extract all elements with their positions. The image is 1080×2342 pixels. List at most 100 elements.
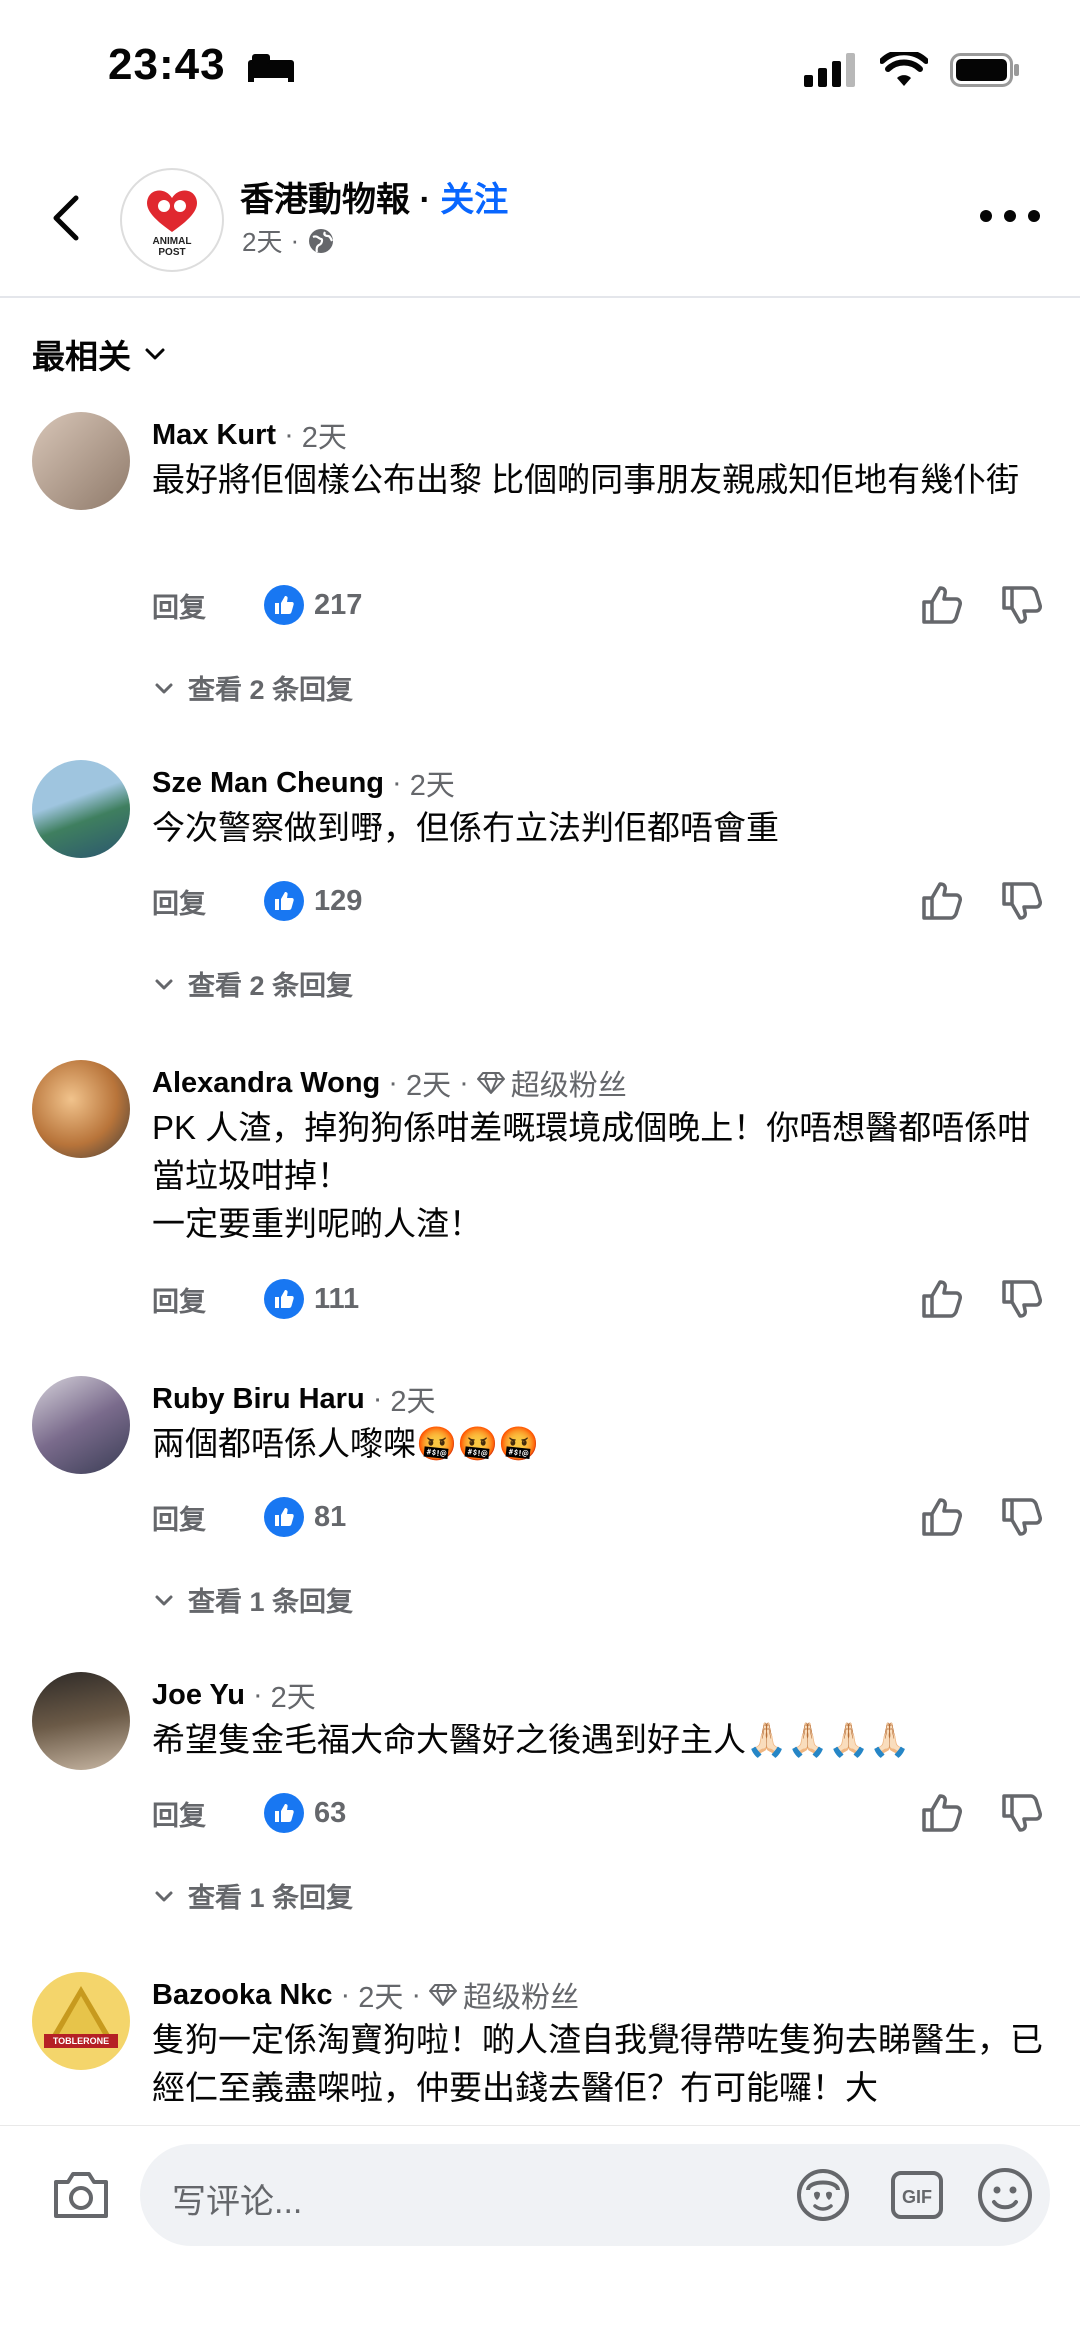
chevron-left-icon: [53, 195, 79, 241]
gif-icon: GIF: [891, 2171, 943, 2219]
commenter-name[interactable]: Bazooka Nkc: [152, 1979, 333, 2012]
comment-text: 隻狗一定係淘寶狗啦！啲人渣自我覺得帶咗隻狗去睇醫生，已經仁至義盡㗎啦，仲要出錢去…: [152, 2021, 1043, 2106]
thumbs-up-button[interactable]: [918, 1492, 968, 1542]
more-dot-icon: [1028, 210, 1040, 222]
comment-item: Max Kurt · 2天 最好將佢個樣公布出黎 比個啲同事朋友親戚知佢地有幾仆…: [0, 412, 1080, 712]
globe-icon: [309, 228, 334, 253]
chevron-down-icon: [155, 1595, 173, 1605]
diamond-icon: [476, 1072, 505, 1094]
like-count: 217: [314, 588, 363, 621]
thumbs-down-icon: [1002, 1794, 1042, 1832]
comment-header: Max Kurt · 2天: [152, 414, 347, 456]
comment-age: 2天: [358, 1982, 404, 2014]
status-time: 23:43: [108, 40, 226, 89]
commenter-name[interactable]: Joe Yu: [152, 1679, 245, 1712]
comment-actions: 回复 129: [152, 876, 1048, 926]
comment-composer: 写评论... GIF: [0, 2125, 1080, 2342]
more-dot-icon: [1004, 210, 1016, 222]
signal-icon: [804, 53, 855, 87]
page-name[interactable]: 香港動物報: [240, 181, 410, 219]
comment-actions: 回复 217: [152, 580, 1048, 630]
thumbs-up-button[interactable]: [918, 876, 968, 926]
comment-age: 2天: [301, 422, 347, 454]
post-header: ANIMAL POST 香港動物報 · 关注 2天 ·: [0, 158, 1080, 298]
view-replies-label: 查看 2 条回复: [188, 675, 354, 705]
follow-button[interactable]: 关注: [440, 181, 508, 219]
commenter-avatar[interactable]: [32, 1376, 130, 1474]
thumbs-down-button[interactable]: [998, 580, 1048, 630]
comment-text: 希望隻金毛福大命大醫好之後遇到好主人🙏🏻🙏🏻🙏🏻🙏🏻: [152, 1721, 911, 1758]
title-separator: ·: [410, 181, 441, 219]
post-age: 2天: [242, 227, 283, 257]
thumbs-down-icon: [1002, 1280, 1042, 1318]
back-button[interactable]: [36, 188, 96, 248]
view-replies-button[interactable]: 查看 2 条回复: [152, 964, 353, 1003]
thumbs-up-icon: [922, 1794, 962, 1832]
smiley-icon: [978, 2168, 1032, 2222]
view-replies-button[interactable]: 查看 1 条回复: [152, 1580, 353, 1619]
thumbs-up-button[interactable]: [918, 1788, 968, 1838]
view-replies-label: 查看 1 条回复: [188, 1587, 354, 1617]
top-fan-badge[interactable]: 超级粉丝: [476, 1062, 627, 1104]
thumbs-up-icon: [922, 1280, 962, 1318]
view-replies-button[interactable]: 查看 2 条回复: [152, 668, 353, 707]
page-avatar[interactable]: ANIMAL POST: [120, 168, 224, 272]
top-fan-badge[interactable]: 超级粉丝: [429, 1974, 579, 2016]
commenter-avatar[interactable]: [32, 1060, 130, 1158]
logo-text: ANIMAL POST: [152, 236, 192, 258]
commenter-name[interactable]: Alexandra Wong: [152, 1067, 380, 1100]
sort-dropdown[interactable]: 最相关: [32, 330, 169, 378]
svg-text:GIF: GIF: [902, 2187, 932, 2207]
comment-age: 2天: [390, 1386, 436, 1418]
avatar-label: TOBLERONE: [52, 2036, 110, 2046]
avatar-sticker-button[interactable]: [790, 2162, 856, 2228]
commenter-avatar[interactable]: [32, 760, 130, 858]
reply-button[interactable]: 回复: [152, 586, 264, 625]
thumbs-down-button[interactable]: [998, 876, 1048, 926]
like-badge-icon: [264, 881, 304, 921]
comment-item: Sze Man Cheung · 2天 今次警察做到嘢，但係冇立法判佢都唔會重 …: [0, 760, 1080, 1010]
post-meta: 2天 ·: [242, 222, 335, 259]
commenter-avatar[interactable]: [32, 1672, 130, 1770]
thumbs-down-button[interactable]: [998, 1274, 1048, 1324]
reply-button[interactable]: 回复: [152, 1498, 264, 1537]
gif-button[interactable]: GIF: [884, 2162, 950, 2228]
comment-text: 最好將佢個樣公布出黎 比個啲同事朋友親戚知佢地有幾仆街: [152, 461, 1020, 498]
reply-button[interactable]: 回复: [152, 882, 264, 921]
comment-actions: 回复 63: [152, 1788, 1048, 1838]
like-count: 63: [314, 1796, 347, 1829]
reply-button[interactable]: 回复: [152, 1794, 264, 1833]
view-replies-button[interactable]: 查看 1 条回复: [152, 1876, 353, 1915]
reply-button[interactable]: 回复: [152, 1280, 264, 1319]
emoji-button[interactable]: [972, 2162, 1038, 2228]
thumbs-down-button[interactable]: [998, 1492, 1048, 1542]
comment-text: PK 人渣，掉狗狗係咁差嘅環境成個晚上！你唔想醫都唔係咁當垃圾咁掉！ 一定要重判…: [152, 1109, 1031, 1242]
like-count: 129: [314, 884, 363, 917]
thumbs-down-button[interactable]: [998, 1788, 1048, 1838]
like-count: 81: [314, 1500, 347, 1533]
thumbs-up-button[interactable]: [918, 1274, 968, 1324]
comment-header: Alexandra Wong · 2天 · 超级粉丝: [152, 1062, 627, 1104]
comment-item: Joe Yu · 2天 希望隻金毛福大命大醫好之後遇到好主人🙏🏻🙏🏻🙏🏻🙏🏻 回…: [0, 1672, 1080, 1922]
commenter-name[interactable]: Ruby Biru Haru: [152, 1383, 365, 1416]
thumbs-down-icon: [1002, 882, 1042, 920]
comment-header: Sze Man Cheung · 2天: [152, 762, 455, 804]
status-indicators: [804, 52, 1020, 88]
wifi-icon: [880, 52, 928, 86]
commenter-avatar[interactable]: TOBLERONE: [32, 1972, 130, 2070]
commenter-avatar[interactable]: [32, 412, 130, 510]
like-badge-icon: [264, 1497, 304, 1537]
more-options-button[interactable]: [980, 206, 1040, 226]
comment-age: 2天: [270, 1682, 316, 1714]
like-count: 111: [314, 1282, 360, 1315]
comment-input[interactable]: 写评论... GIF: [140, 2144, 1050, 2246]
commenter-name[interactable]: Max Kurt: [152, 419, 276, 452]
camera-button[interactable]: [48, 2162, 114, 2228]
avatar-sticker-icon: [797, 2169, 849, 2221]
thumbs-up-button[interactable]: [918, 580, 968, 630]
commenter-name[interactable]: Sze Man Cheung: [152, 767, 384, 800]
page-title-row: 香港動物報 · 关注: [240, 172, 508, 221]
thumbs-down-icon: [1002, 1498, 1042, 1536]
comment-text: 今次警察做到嘢，但係冇立法判佢都唔會重: [152, 809, 779, 846]
thumbs-up-icon: [922, 586, 962, 624]
